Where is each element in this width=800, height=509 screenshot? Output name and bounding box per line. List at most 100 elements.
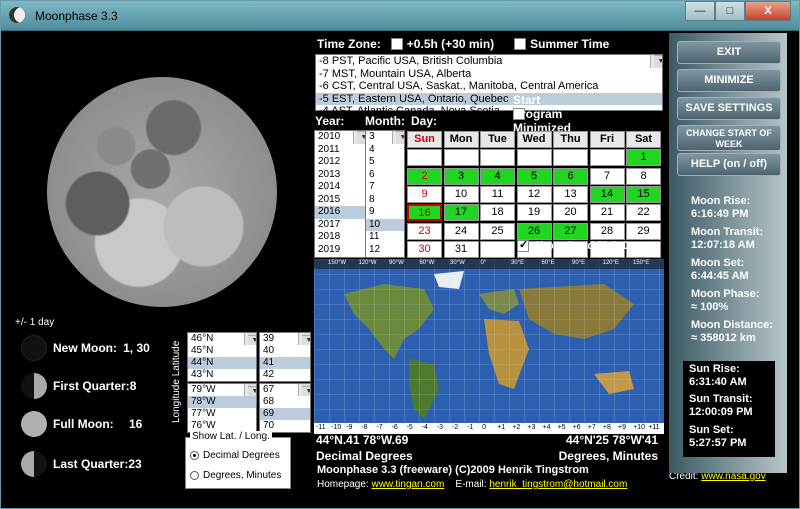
calendar-day[interactable]: 15 bbox=[626, 185, 661, 203]
calendar-day[interactable]: 1 bbox=[626, 149, 661, 167]
world-map[interactable]: 150°W 120°W 90°W 60°W 30°W 0° 30°E 60°E 90°E 120°… bbox=[314, 259, 664, 434]
month-option[interactable]: 5 bbox=[366, 156, 404, 169]
calendar-day[interactable]: 25 bbox=[480, 222, 515, 240]
calendar-day[interactable]: 24 bbox=[443, 222, 479, 240]
calendar-day[interactable]: 10 bbox=[443, 185, 479, 203]
calendar-day[interactable]: 8 bbox=[626, 167, 661, 185]
scroll-down-icon[interactable]: ▼ bbox=[396, 131, 404, 144]
calendar-day[interactable]: 11 bbox=[480, 185, 515, 203]
maximize-window-button[interactable]: □ bbox=[715, 1, 745, 21]
scroll-down-icon[interactable]: ▼ bbox=[654, 55, 662, 68]
half-hour-checkbox[interactable] bbox=[390, 38, 403, 50]
timezone-option[interactable]: -6 CST, Central USA, Saskat., Manitoba, … bbox=[316, 80, 662, 93]
good-fish-checkbox[interactable] bbox=[517, 238, 529, 252]
latitude-degrees-list[interactable]: 46°N45°N44°N43°N▲▼ bbox=[187, 332, 257, 382]
decimal-degrees-option[interactable]: Decimal Degrees bbox=[190, 450, 280, 461]
month-option[interactable]: 9 bbox=[366, 206, 404, 219]
title-bar[interactable]: Moonphase 3.3 — □ X bbox=[1, 1, 799, 31]
scroll-down-icon[interactable]: ▼ bbox=[357, 131, 365, 144]
scrollbar[interactable]: ▲▼ bbox=[298, 333, 310, 345]
calendar-day[interactable]: 27 bbox=[553, 222, 588, 240]
longitude-minutes-list[interactable]: 67686970▲▼ bbox=[259, 383, 311, 433]
longitude-minute-option[interactable]: 69 bbox=[260, 408, 310, 420]
longitude-minute-option[interactable]: 68 bbox=[260, 396, 310, 408]
calendar-day[interactable]: 3 bbox=[443, 167, 479, 185]
homepage-link[interactable]: www.tingan.com bbox=[371, 479, 444, 490]
calendar-day[interactable]: 20 bbox=[553, 204, 588, 222]
calendar-day[interactable]: 30 bbox=[407, 240, 442, 258]
scrollbar[interactable]: ▲▼ bbox=[392, 131, 404, 144]
month-option[interactable]: 12 bbox=[366, 244, 404, 257]
latitude-minute-option[interactable]: 41 bbox=[260, 357, 310, 369]
summer-time-checkbox[interactable] bbox=[514, 38, 527, 50]
scrollbar[interactable]: ▲▼ bbox=[244, 384, 256, 396]
scrollbar[interactable]: ▲▼ bbox=[244, 333, 256, 345]
calendar-day[interactable]: 26 bbox=[516, 222, 552, 240]
year-option[interactable]: 2017 bbox=[315, 219, 365, 232]
decimal-degrees-radio[interactable] bbox=[190, 451, 199, 460]
latitude-degree-option[interactable]: 43°N bbox=[188, 369, 256, 381]
calendar-day[interactable]: 13 bbox=[553, 185, 588, 203]
scrollbar[interactable]: ▲▼ bbox=[650, 55, 662, 68]
exit-button[interactable]: EXIT bbox=[677, 41, 781, 64]
latitude-minute-option[interactable]: 42 bbox=[260, 369, 310, 381]
year-option[interactable]: 2014 bbox=[315, 181, 365, 194]
year-option[interactable]: 2018 bbox=[315, 231, 365, 244]
longitude-degree-option[interactable]: 78°W bbox=[188, 396, 256, 408]
latitude-degree-option[interactable]: 45°N bbox=[188, 345, 256, 357]
year-option[interactable]: 2019 bbox=[315, 244, 365, 257]
month-option[interactable]: 11 bbox=[366, 231, 404, 244]
calendar-day[interactable]: 18 bbox=[480, 204, 515, 222]
calendar-day[interactable]: 31 bbox=[443, 240, 479, 258]
calendar-day[interactable]: 22 bbox=[626, 204, 661, 222]
month-option[interactable]: 8 bbox=[366, 194, 404, 207]
calendar-day[interactable]: 28 bbox=[589, 222, 625, 240]
scrollbar[interactable]: ▲▼ bbox=[298, 384, 310, 396]
calendar-day[interactable]: 6 bbox=[553, 167, 588, 185]
degrees-minutes-radio[interactable] bbox=[190, 471, 199, 480]
month-option[interactable]: 10 bbox=[366, 218, 404, 231]
scroll-down-icon[interactable]: ▼ bbox=[302, 386, 310, 396]
close-window-button[interactable]: X bbox=[745, 1, 791, 21]
month-option[interactable]: 7 bbox=[366, 181, 404, 194]
calendar-day[interactable]: 16 bbox=[407, 204, 442, 222]
year-option[interactable]: 2016 bbox=[315, 206, 365, 219]
calendar-day[interactable]: 5 bbox=[516, 167, 552, 185]
month-list[interactable]: 3456789101112▲▼ bbox=[365, 130, 405, 258]
minimize-window-button[interactable]: — bbox=[685, 1, 715, 21]
scrollbar[interactable]: ▲▼ bbox=[353, 131, 365, 144]
calendar-day[interactable]: 9 bbox=[407, 185, 442, 203]
calendar-day[interactable]: 12 bbox=[516, 185, 552, 203]
month-option[interactable]: 4 bbox=[366, 144, 404, 157]
year-option[interactable]: 2013 bbox=[315, 169, 365, 182]
timezone-option[interactable]: -5 EST, Eastern USA, Ontario, Quebec bbox=[316, 92, 662, 105]
calendar-day[interactable]: 4 bbox=[480, 167, 515, 185]
longitude-degree-option[interactable]: 77°W bbox=[188, 408, 256, 420]
calendar-day[interactable]: 19 bbox=[516, 204, 552, 222]
degrees-minutes-option[interactable]: Degrees, Minutes bbox=[190, 470, 281, 481]
year-option[interactable]: 2011 bbox=[315, 144, 365, 157]
year-option[interactable]: 2015 bbox=[315, 194, 365, 207]
scroll-down-icon[interactable]: ▼ bbox=[248, 386, 256, 396]
year-list[interactable]: 2010 2011 2012 2013 2014 2015 2016 2017 2018 2019… bbox=[314, 130, 366, 258]
timezone-list[interactable]: -8 PST, Pacific USA, British Columbia -7 … bbox=[315, 54, 663, 117]
change-start-of-week-button[interactable]: CHANGE START OF WEEK bbox=[677, 125, 781, 151]
calendar-day[interactable]: 21 bbox=[589, 204, 625, 222]
minimize-button[interactable]: MINIMIZE bbox=[677, 69, 781, 92]
month-option[interactable]: 6 bbox=[366, 169, 404, 182]
latitude-minute-option[interactable]: 40 bbox=[260, 345, 310, 357]
latitude-minutes-list[interactable]: 39404142▲▼ bbox=[259, 332, 311, 382]
scroll-down-icon[interactable]: ▼ bbox=[302, 335, 310, 345]
timezone-option[interactable]: -7 MST, Mountain USA, Alberta bbox=[316, 68, 662, 81]
calendar-day[interactable]: 23 bbox=[407, 222, 442, 240]
calendar-day[interactable]: 7 bbox=[589, 167, 625, 185]
calendar-day[interactable]: 17 bbox=[443, 204, 479, 222]
longitude-degrees-list[interactable]: 79°W78°W77°W76°W▲▼ bbox=[187, 383, 257, 433]
calendar-day[interactable]: 14 bbox=[589, 185, 625, 203]
calendar-day[interactable]: 2 bbox=[407, 167, 442, 185]
year-option[interactable]: 2012 bbox=[315, 156, 365, 169]
latitude-degree-option[interactable]: 44°N bbox=[188, 357, 256, 369]
help-toggle-button[interactable]: HELP (on / off) bbox=[677, 153, 781, 176]
good-fish-option[interactable]: Show Good Fish Days bbox=[517, 238, 649, 252]
calendar-day[interactable]: 29 bbox=[626, 222, 661, 240]
